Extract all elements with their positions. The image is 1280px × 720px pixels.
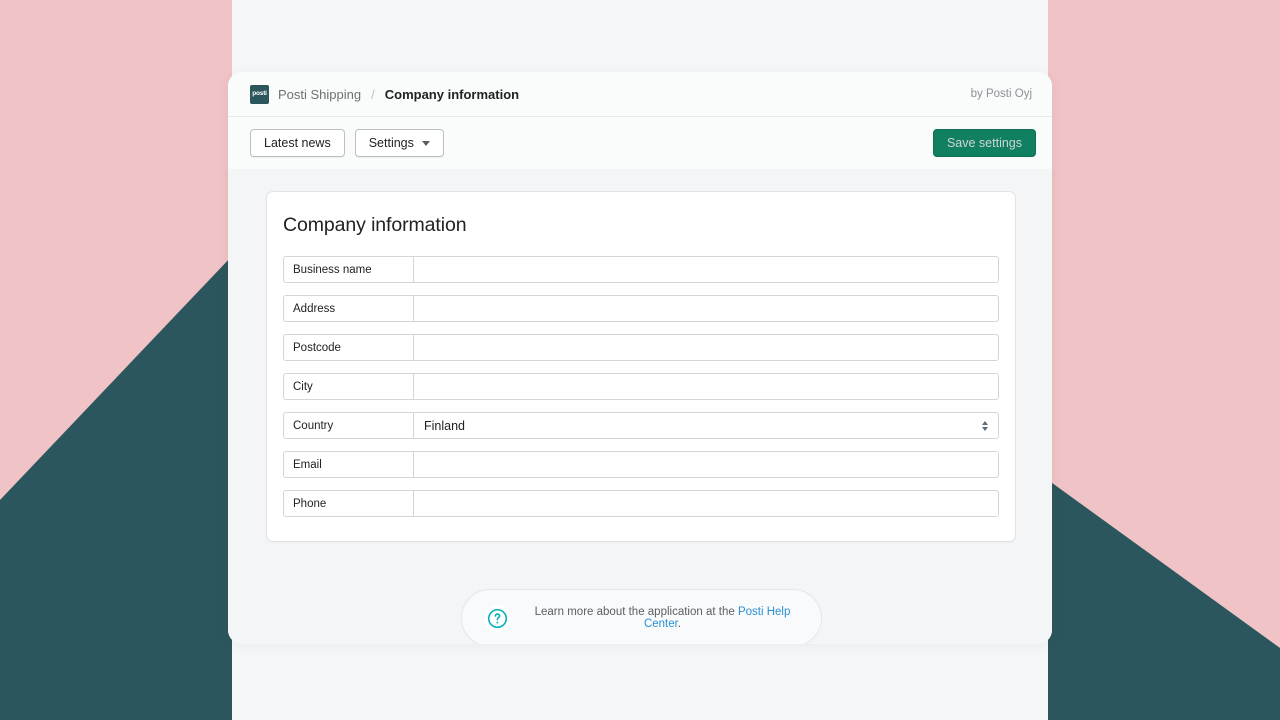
select-stepper-icon[interactable] — [982, 420, 990, 431]
business-name-input[interactable] — [424, 257, 990, 282]
control-email — [414, 452, 998, 477]
postcode-input[interactable] — [424, 335, 990, 360]
control-address — [414, 296, 998, 321]
breadcrumb-page-name: Company information — [384, 86, 520, 102]
posti-logo-icon: posti — [250, 84, 269, 104]
control-business-name — [414, 257, 998, 282]
control-country[interactable] — [414, 413, 998, 438]
label-country: Country — [284, 413, 414, 438]
settings-dropdown-button[interactable]: Settings — [354, 129, 444, 157]
field-row-country: Country — [283, 412, 999, 439]
city-input[interactable] — [424, 374, 990, 399]
field-row-email: Email — [283, 451, 999, 478]
help-text: Learn more about the application at the … — [527, 606, 799, 630]
help-banner: Learn more about the application at the … — [460, 589, 822, 644]
breadcrumb: posti Posti Shipping / Company informati… — [250, 84, 520, 104]
field-row-phone: Phone — [283, 490, 999, 517]
page-title: Company information — [283, 214, 467, 236]
control-city — [414, 374, 998, 399]
app-byline: by Posti Oyj — [970, 88, 1032, 100]
field-row-city: City — [283, 373, 999, 400]
help-text-after: . — [677, 618, 682, 630]
email-input[interactable] — [424, 452, 990, 477]
help-text-before: Learn more about the application at the — [534, 606, 738, 618]
field-row-business-name: Business name — [283, 256, 999, 283]
phone-input[interactable] — [424, 491, 990, 516]
help-footer: Learn more about the application at the … — [266, 589, 1016, 644]
posti-logo-text: posti — [252, 89, 267, 97]
address-input[interactable] — [424, 296, 990, 321]
label-address: Address — [284, 296, 414, 321]
latest-news-button[interactable]: Latest news — [250, 129, 345, 157]
field-row-address: Address — [283, 295, 999, 322]
save-settings-button[interactable]: Save settings — [932, 129, 1036, 157]
stepper-down-icon[interactable] — [982, 426, 988, 431]
settings-label: Settings — [368, 136, 414, 150]
control-postcode — [414, 335, 998, 360]
action-toolbar: Latest news Settings Save settings — [228, 117, 1052, 169]
label-city: City — [284, 374, 414, 399]
company-information-card: Company information Business name Addres… — [266, 191, 1016, 542]
field-row-postcode: Postcode — [283, 334, 999, 361]
label-phone: Phone — [284, 491, 414, 516]
chevron-down-icon — [421, 140, 430, 146]
label-business-name: Business name — [284, 257, 414, 282]
save-settings-label: Save settings — [946, 136, 1022, 150]
label-postcode: Postcode — [284, 335, 414, 360]
app-window: posti Posti Shipping / Company informati… — [228, 72, 1052, 644]
main-content: Company information Business name Addres… — [228, 169, 1052, 644]
latest-news-label: Latest news — [264, 136, 331, 150]
question-mark-circle-icon — [483, 604, 511, 632]
stepper-up-icon[interactable] — [982, 420, 988, 425]
label-email: Email — [284, 452, 414, 477]
country-select[interactable] — [424, 413, 982, 438]
breadcrumb-app-name[interactable]: Posti Shipping — [278, 87, 361, 102]
breadcrumb-separator: / — [371, 86, 375, 102]
app-header: posti Posti Shipping / Company informati… — [228, 72, 1052, 117]
control-phone — [414, 491, 998, 516]
